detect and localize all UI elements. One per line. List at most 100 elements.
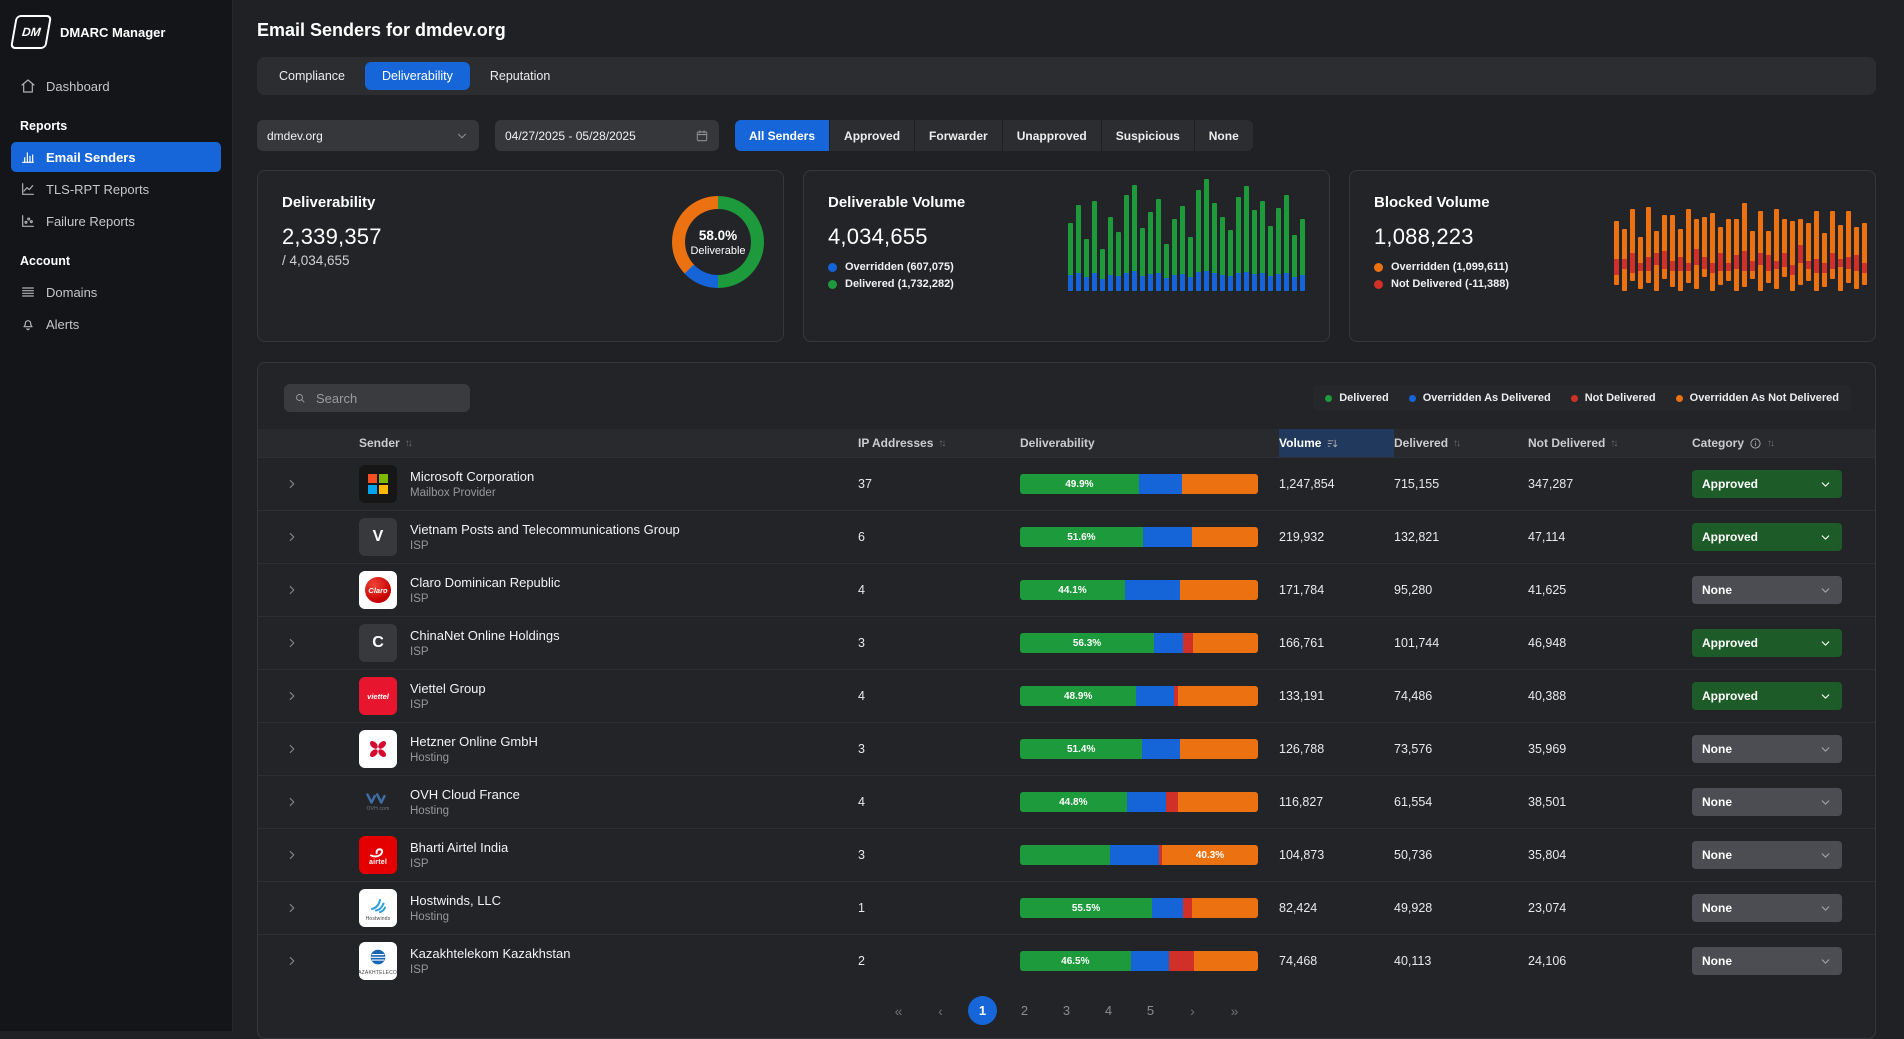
legend-dot-overridden-as-not-delivered bbox=[1676, 395, 1683, 402]
mini-bar bbox=[1694, 219, 1699, 289]
pagination-page-2[interactable]: 2 bbox=[1010, 996, 1039, 1025]
header-spacer bbox=[258, 429, 346, 457]
expand-cell bbox=[258, 795, 346, 809]
mini-bar bbox=[1638, 237, 1643, 289]
pagination-page-4[interactable]: 4 bbox=[1094, 996, 1123, 1025]
search-box[interactable] bbox=[284, 384, 470, 412]
column-header-ip-addresses[interactable]: IP Addresses↑↓ bbox=[858, 429, 1020, 457]
filter-none[interactable]: None bbox=[1194, 120, 1253, 151]
ip-addresses-value: 3 bbox=[858, 636, 1020, 650]
table-row[interactable]: Hostwinds Hostwinds, LLC Hosting 1 55.5%… bbox=[258, 881, 1875, 934]
pagination-page-1[interactable]: 1 bbox=[968, 996, 997, 1025]
mini-bar bbox=[1108, 217, 1113, 291]
deliverability-bar: 44.8% bbox=[1020, 792, 1258, 812]
sidebar-item-dashboard[interactable]: Dashboard bbox=[11, 71, 221, 101]
sidebar-item-tls-rpt-reports[interactable]: TLS-RPT Reports bbox=[11, 174, 221, 204]
category-select[interactable]: None bbox=[1692, 788, 1842, 816]
chevron-right-icon[interactable] bbox=[285, 742, 299, 756]
volume-value: 171,784 bbox=[1279, 583, 1394, 597]
table-row[interactable]: Microsoft Corporation Mailbox Provider 3… bbox=[258, 457, 1875, 510]
column-header-sender[interactable]: Sender↑↓ bbox=[346, 429, 858, 457]
chevron-right-icon[interactable] bbox=[285, 795, 299, 809]
pagination-next[interactable]: › bbox=[1178, 996, 1207, 1025]
pagination-last[interactable]: » bbox=[1220, 996, 1249, 1025]
table-row[interactable]: V Vietnam Posts and Telecommunications G… bbox=[258, 510, 1875, 563]
sender-logo-cell: Claro bbox=[346, 571, 406, 609]
filter-approved[interactable]: Approved bbox=[829, 120, 914, 151]
delivered-value: 40,113 bbox=[1394, 954, 1528, 968]
column-header-not-delivered[interactable]: Not Delivered↑↓ bbox=[1528, 429, 1692, 457]
search-input[interactable] bbox=[314, 390, 460, 407]
table-row[interactable]: Claro Claro Dominican Republic ISP 4 44.… bbox=[258, 563, 1875, 616]
mini-bar bbox=[1710, 213, 1715, 291]
chevron-right-icon[interactable] bbox=[285, 901, 299, 915]
category-select[interactable]: Approved bbox=[1692, 470, 1842, 498]
sidebar-item-alerts[interactable]: Alerts bbox=[11, 309, 221, 339]
mini-bar bbox=[1846, 211, 1851, 283]
chevron-right-icon[interactable] bbox=[285, 689, 299, 703]
category-select[interactable]: None bbox=[1692, 841, 1842, 869]
category-select[interactable]: None bbox=[1692, 576, 1842, 604]
category-select[interactable]: Approved bbox=[1692, 629, 1842, 657]
filter-unapproved[interactable]: Unapproved bbox=[1002, 120, 1101, 151]
sender-cell: Microsoft Corporation Mailbox Provider bbox=[406, 469, 858, 499]
column-header-delivered[interactable]: Delivered↑↓ bbox=[1394, 429, 1528, 457]
filter-suspicious[interactable]: Suspicious bbox=[1101, 120, 1194, 151]
table-row[interactable]: viettel Viettel Group ISP 4 48.9% 133,19… bbox=[258, 669, 1875, 722]
chevron-right-icon[interactable] bbox=[285, 848, 299, 862]
chevron-right-icon[interactable] bbox=[285, 530, 299, 544]
tab-deliverability[interactable]: Deliverability bbox=[365, 62, 470, 90]
chevron-right-icon[interactable] bbox=[285, 583, 299, 597]
table-row[interactable]: C ChinaNet Online Holdings ISP 3 56.3% 1… bbox=[258, 616, 1875, 669]
column-header-volume[interactable]: Volume bbox=[1279, 429, 1394, 457]
not-delivered-value: 24,106 bbox=[1528, 954, 1692, 968]
ip-addresses-value: 3 bbox=[858, 848, 1020, 862]
category-cell: None bbox=[1692, 576, 1877, 604]
sidebar-item-failure-reports[interactable]: Failure Reports bbox=[11, 206, 221, 236]
delivered-value: 73,576 bbox=[1394, 742, 1528, 756]
chevron-right-icon[interactable] bbox=[285, 636, 299, 650]
bar-segment-green: 55.5% bbox=[1020, 898, 1152, 918]
table-row[interactable]: KAZAKHTELECOM Kazakhtelekom Kazakhstan I… bbox=[258, 934, 1875, 987]
chevron-down-icon bbox=[1819, 849, 1832, 862]
category-value: None bbox=[1702, 901, 1732, 915]
date-range-picker[interactable]: 04/27/2025 - 05/28/2025 bbox=[495, 120, 719, 151]
date-range-value: 04/27/2025 - 05/28/2025 bbox=[505, 129, 636, 143]
domain-select[interactable]: dmdev.org bbox=[257, 120, 479, 151]
deliverability-card: Deliverability 2,339,357 / 4,034,655 58.… bbox=[257, 170, 784, 342]
table-row[interactable]: Hetzner Online GmbH Hosting 3 51.4% 126,… bbox=[258, 722, 1875, 775]
bar-segment-green: 48.9% bbox=[1020, 686, 1136, 706]
sidebar-item-domains[interactable]: Domains bbox=[11, 277, 221, 307]
column-header-category[interactable]: Category ↑↓ bbox=[1692, 429, 1877, 457]
sender-logo-cell bbox=[346, 465, 406, 503]
mini-bar bbox=[1670, 215, 1675, 287]
category-select[interactable]: None bbox=[1692, 947, 1842, 975]
mini-bar bbox=[1678, 229, 1683, 291]
tab-reputation[interactable]: Reputation bbox=[473, 62, 567, 90]
chevron-right-icon[interactable] bbox=[285, 954, 299, 968]
category-select[interactable]: Approved bbox=[1692, 682, 1842, 710]
chevron-right-icon[interactable] bbox=[285, 477, 299, 491]
pagination-page-5[interactable]: 5 bbox=[1136, 996, 1165, 1025]
sender-cell: Vietnam Posts and Telecommunications Gro… bbox=[406, 522, 858, 552]
filter-all-senders[interactable]: All Senders bbox=[735, 120, 829, 151]
not-delivered-value: 23,074 bbox=[1528, 901, 1692, 915]
sender-type: ISP bbox=[406, 699, 858, 711]
category-select[interactable]: None bbox=[1692, 894, 1842, 922]
filter-forwarder[interactable]: Forwarder bbox=[914, 120, 1002, 151]
category-select[interactable]: None bbox=[1692, 735, 1842, 763]
mini-bar bbox=[1100, 249, 1105, 291]
pagination-prev[interactable]: ‹ bbox=[926, 996, 955, 1025]
deliverability-bar: 51.6% bbox=[1020, 527, 1258, 547]
bar-segment-orange bbox=[1180, 739, 1258, 759]
expand-cell bbox=[258, 742, 346, 756]
tab-compliance[interactable]: Compliance bbox=[262, 62, 362, 90]
pagination-first[interactable]: « bbox=[884, 996, 913, 1025]
pagination-page-3[interactable]: 3 bbox=[1052, 996, 1081, 1025]
table-row[interactable]: airtel Bharti Airtel India ISP 3 40.3% 1… bbox=[258, 828, 1875, 881]
sidebar-item-email-senders[interactable]: Email Senders bbox=[11, 142, 221, 172]
not-delivered-value: 38,501 bbox=[1528, 795, 1692, 809]
table-row[interactable]: OVH.com OVH Cloud France Hosting 4 44.8%… bbox=[258, 775, 1875, 828]
category-select[interactable]: Approved bbox=[1692, 523, 1842, 551]
ip-addresses-value: 4 bbox=[858, 795, 1020, 809]
